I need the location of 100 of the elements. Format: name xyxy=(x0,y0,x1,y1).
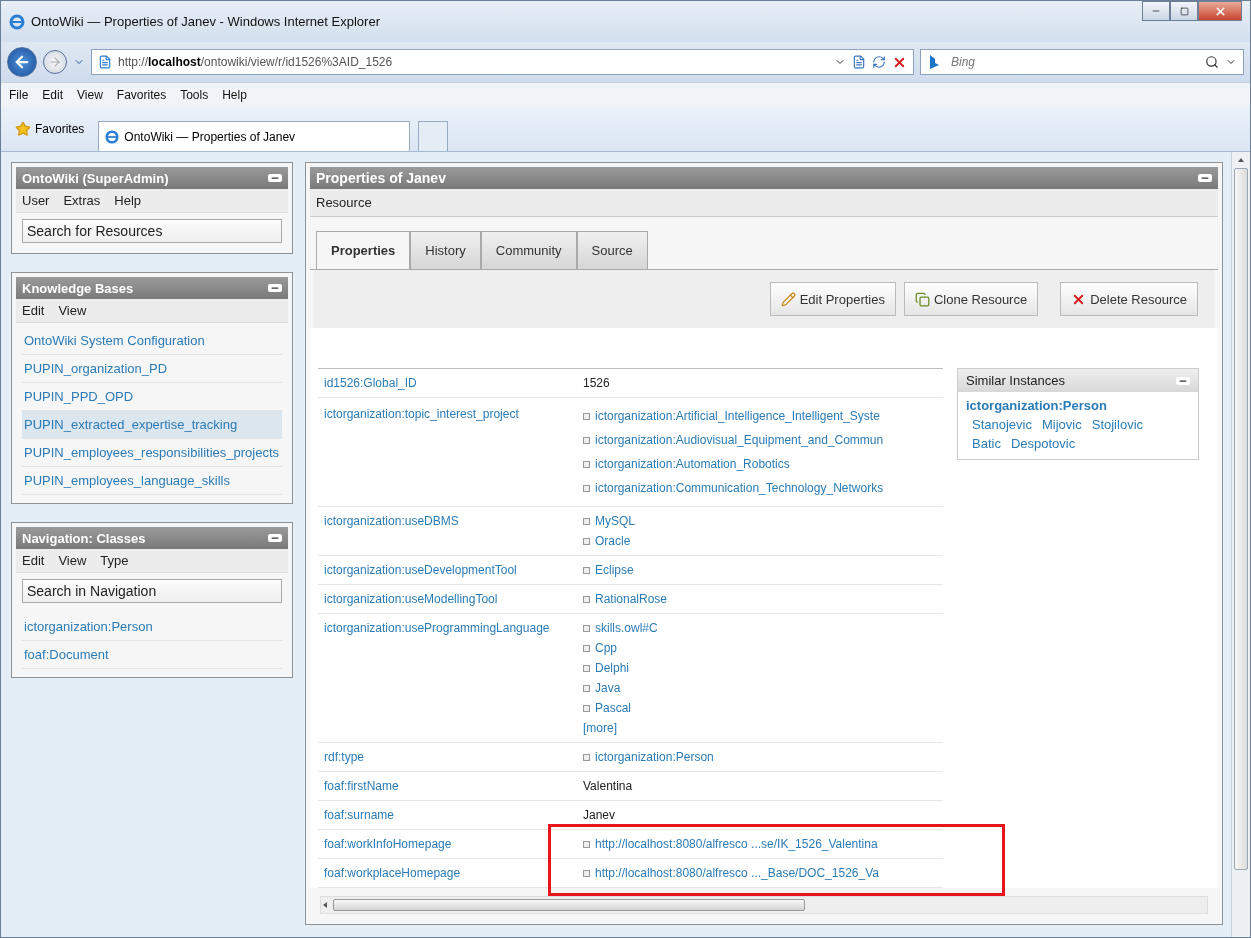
collapse-button[interactable] xyxy=(268,174,282,182)
property-label[interactable]: ictorganization:topic_interest_project xyxy=(318,404,583,424)
menu-item[interactable]: Help xyxy=(114,193,142,208)
tab[interactable]: Source xyxy=(576,231,648,269)
search-field[interactable]: Bing xyxy=(920,49,1244,75)
property-label[interactable]: foaf:firstName xyxy=(318,776,583,796)
favorites-button[interactable]: Favorites xyxy=(9,120,91,138)
pencil-icon xyxy=(780,291,796,307)
action-button[interactable]: Clone Resource xyxy=(903,282,1039,316)
property-label[interactable]: foaf:workInfoHomepage xyxy=(318,834,583,854)
tab[interactable]: Community xyxy=(480,231,577,269)
menu-item[interactable]: File xyxy=(9,88,29,102)
browser-tab[interactable]: OntoWiki — Properties of Janev xyxy=(98,121,411,151)
instance-link[interactable]: Mijovic xyxy=(1042,417,1082,432)
value-link[interactable]: Java xyxy=(583,678,943,698)
menu-item[interactable]: Help xyxy=(222,88,247,102)
action-button[interactable]: Delete Resource xyxy=(1060,282,1198,316)
property-label[interactable]: foaf:workplaceHomepage xyxy=(318,863,583,883)
value-link[interactable]: Pascal xyxy=(583,698,943,718)
value-link[interactable]: http://localhost:8080/alfresco ...se/IK_1526_Valentina xyxy=(583,834,943,854)
value-link[interactable]: skills.owl#C xyxy=(583,618,943,638)
panel-title: Navigation: Classes xyxy=(22,530,146,546)
scrollbar-thumb[interactable] xyxy=(333,899,805,911)
menu-item[interactable]: Extras xyxy=(63,193,101,208)
list-item[interactable]: PUPIN_employees_language_skills xyxy=(22,467,282,495)
value-link[interactable]: ictorganization:Automation_Robotics xyxy=(583,452,943,476)
collapse-button[interactable] xyxy=(268,284,282,292)
list-item[interactable]: ictorganization:Person xyxy=(22,613,282,641)
menu-item[interactable]: View xyxy=(77,88,103,102)
scroll-left-icon[interactable] xyxy=(321,901,329,909)
property-label[interactable]: ictorganization:useProgrammingLanguage xyxy=(318,618,583,638)
value-link[interactable]: Eclipse xyxy=(583,560,943,580)
list-item[interactable]: OntoWiki System Configuration xyxy=(22,327,282,355)
menu-item[interactable]: View xyxy=(58,303,87,318)
scrollbar-thumb[interactable] xyxy=(1234,168,1248,870)
instance-link[interactable]: Stojilovic xyxy=(1091,417,1143,432)
menu-item[interactable]: View xyxy=(58,553,87,568)
square-bullet-icon xyxy=(583,664,590,672)
menu-item[interactable]: Tools xyxy=(180,88,209,102)
value-link[interactable]: Cpp xyxy=(583,638,943,658)
forward-button[interactable] xyxy=(43,50,67,74)
list-item[interactable]: PUPIN_employees_responsibilities_projects xyxy=(22,439,282,467)
square-bullet-icon xyxy=(583,517,590,525)
value-link[interactable]: Delphi xyxy=(583,658,943,678)
value-link[interactable]: ictorganization:Person xyxy=(583,747,943,767)
close-button[interactable] xyxy=(1198,1,1242,21)
square-bullet-icon xyxy=(583,684,590,692)
address-field[interactable]: http://localhost/ontowiki/view/r/id1526%3AID_1526 xyxy=(91,49,914,75)
instance-link[interactable]: Despotovic xyxy=(1010,436,1076,451)
menu-item[interactable]: Edit xyxy=(22,553,45,568)
action-button[interactable]: Edit Properties xyxy=(769,282,896,316)
value-link[interactable]: Oracle xyxy=(583,531,943,551)
maximize-button[interactable] xyxy=(1170,1,1198,21)
compatibility-icon[interactable] xyxy=(852,55,866,69)
scroll-up-icon[interactable] xyxy=(1237,156,1245,164)
menu-item[interactable]: Type xyxy=(100,553,129,568)
panel-title: Knowledge Bases xyxy=(22,280,134,296)
property-label[interactable]: id1526:Global_ID xyxy=(318,373,583,393)
collapse-button[interactable] xyxy=(1176,376,1190,385)
menu-item[interactable]: User xyxy=(22,193,50,208)
value-link[interactable]: ictorganization:Artificial_Intelligence_Intelligent_Syste xyxy=(583,404,943,428)
value-link[interactable]: MySQL xyxy=(583,511,943,531)
property-label[interactable]: ictorganization:useDBMS xyxy=(318,511,583,531)
search-field[interactable]: Search in Navigation xyxy=(22,579,282,603)
refresh-icon[interactable] xyxy=(872,55,886,69)
horizontal-scrollbar[interactable] xyxy=(320,896,1208,914)
menu-item[interactable]: Favorites xyxy=(116,88,167,102)
square-bullet-icon xyxy=(583,624,590,632)
menu-item[interactable]: Edit xyxy=(42,88,64,102)
tab[interactable]: Properties xyxy=(316,231,411,269)
collapse-button[interactable] xyxy=(268,534,282,542)
back-button[interactable] xyxy=(7,47,37,77)
collapse-button[interactable] xyxy=(1198,174,1212,182)
list-item[interactable]: PUPIN_organization_PD xyxy=(22,355,282,383)
more-link[interactable]: [more] xyxy=(583,718,943,738)
instance-link[interactable]: Stanojevic xyxy=(972,417,1032,432)
minimize-button[interactable] xyxy=(1142,1,1170,21)
class-link[interactable]: ictorganization:Person xyxy=(966,398,1190,413)
search-field[interactable]: Search for Resources xyxy=(22,219,282,243)
list-item[interactable]: foaf:Document xyxy=(22,641,282,669)
value-text: Janev xyxy=(583,807,617,824)
property-label[interactable]: rdf:type xyxy=(318,747,583,767)
tab[interactable]: History xyxy=(410,231,481,269)
vertical-scrollbar[interactable] xyxy=(1231,152,1250,937)
panel-title: OntoWiki (SuperAdmin) xyxy=(22,170,169,186)
value-link[interactable]: ictorganization:Communication_Technology_Networks xyxy=(583,476,943,500)
panel-title: Properties of Janev xyxy=(316,170,446,186)
value-link[interactable]: RationalRose xyxy=(583,589,943,609)
menu-item[interactable]: Edit xyxy=(22,303,45,318)
property-label[interactable]: ictorganization:useModellingTool xyxy=(318,589,583,609)
instance-link[interactable]: Batic xyxy=(972,436,1001,451)
property-label[interactable]: foaf:surname xyxy=(318,805,583,825)
square-bullet-icon xyxy=(583,753,590,761)
value-link[interactable]: http://localhost:8080/alfresco ..._Base/DOC_1526_Va xyxy=(583,863,943,883)
star-icon xyxy=(15,121,31,137)
value-link[interactable]: ictorganization:Audiovisual_Equipment_and_Commun xyxy=(583,428,943,452)
property-label[interactable]: ictorganization:useDevelopmentTool xyxy=(318,560,583,580)
search-icon[interactable] xyxy=(1205,55,1219,69)
browser-logo-icon xyxy=(9,13,25,30)
list-item[interactable]: PUPIN_extracted_expertise_tracking xyxy=(22,411,282,439)
